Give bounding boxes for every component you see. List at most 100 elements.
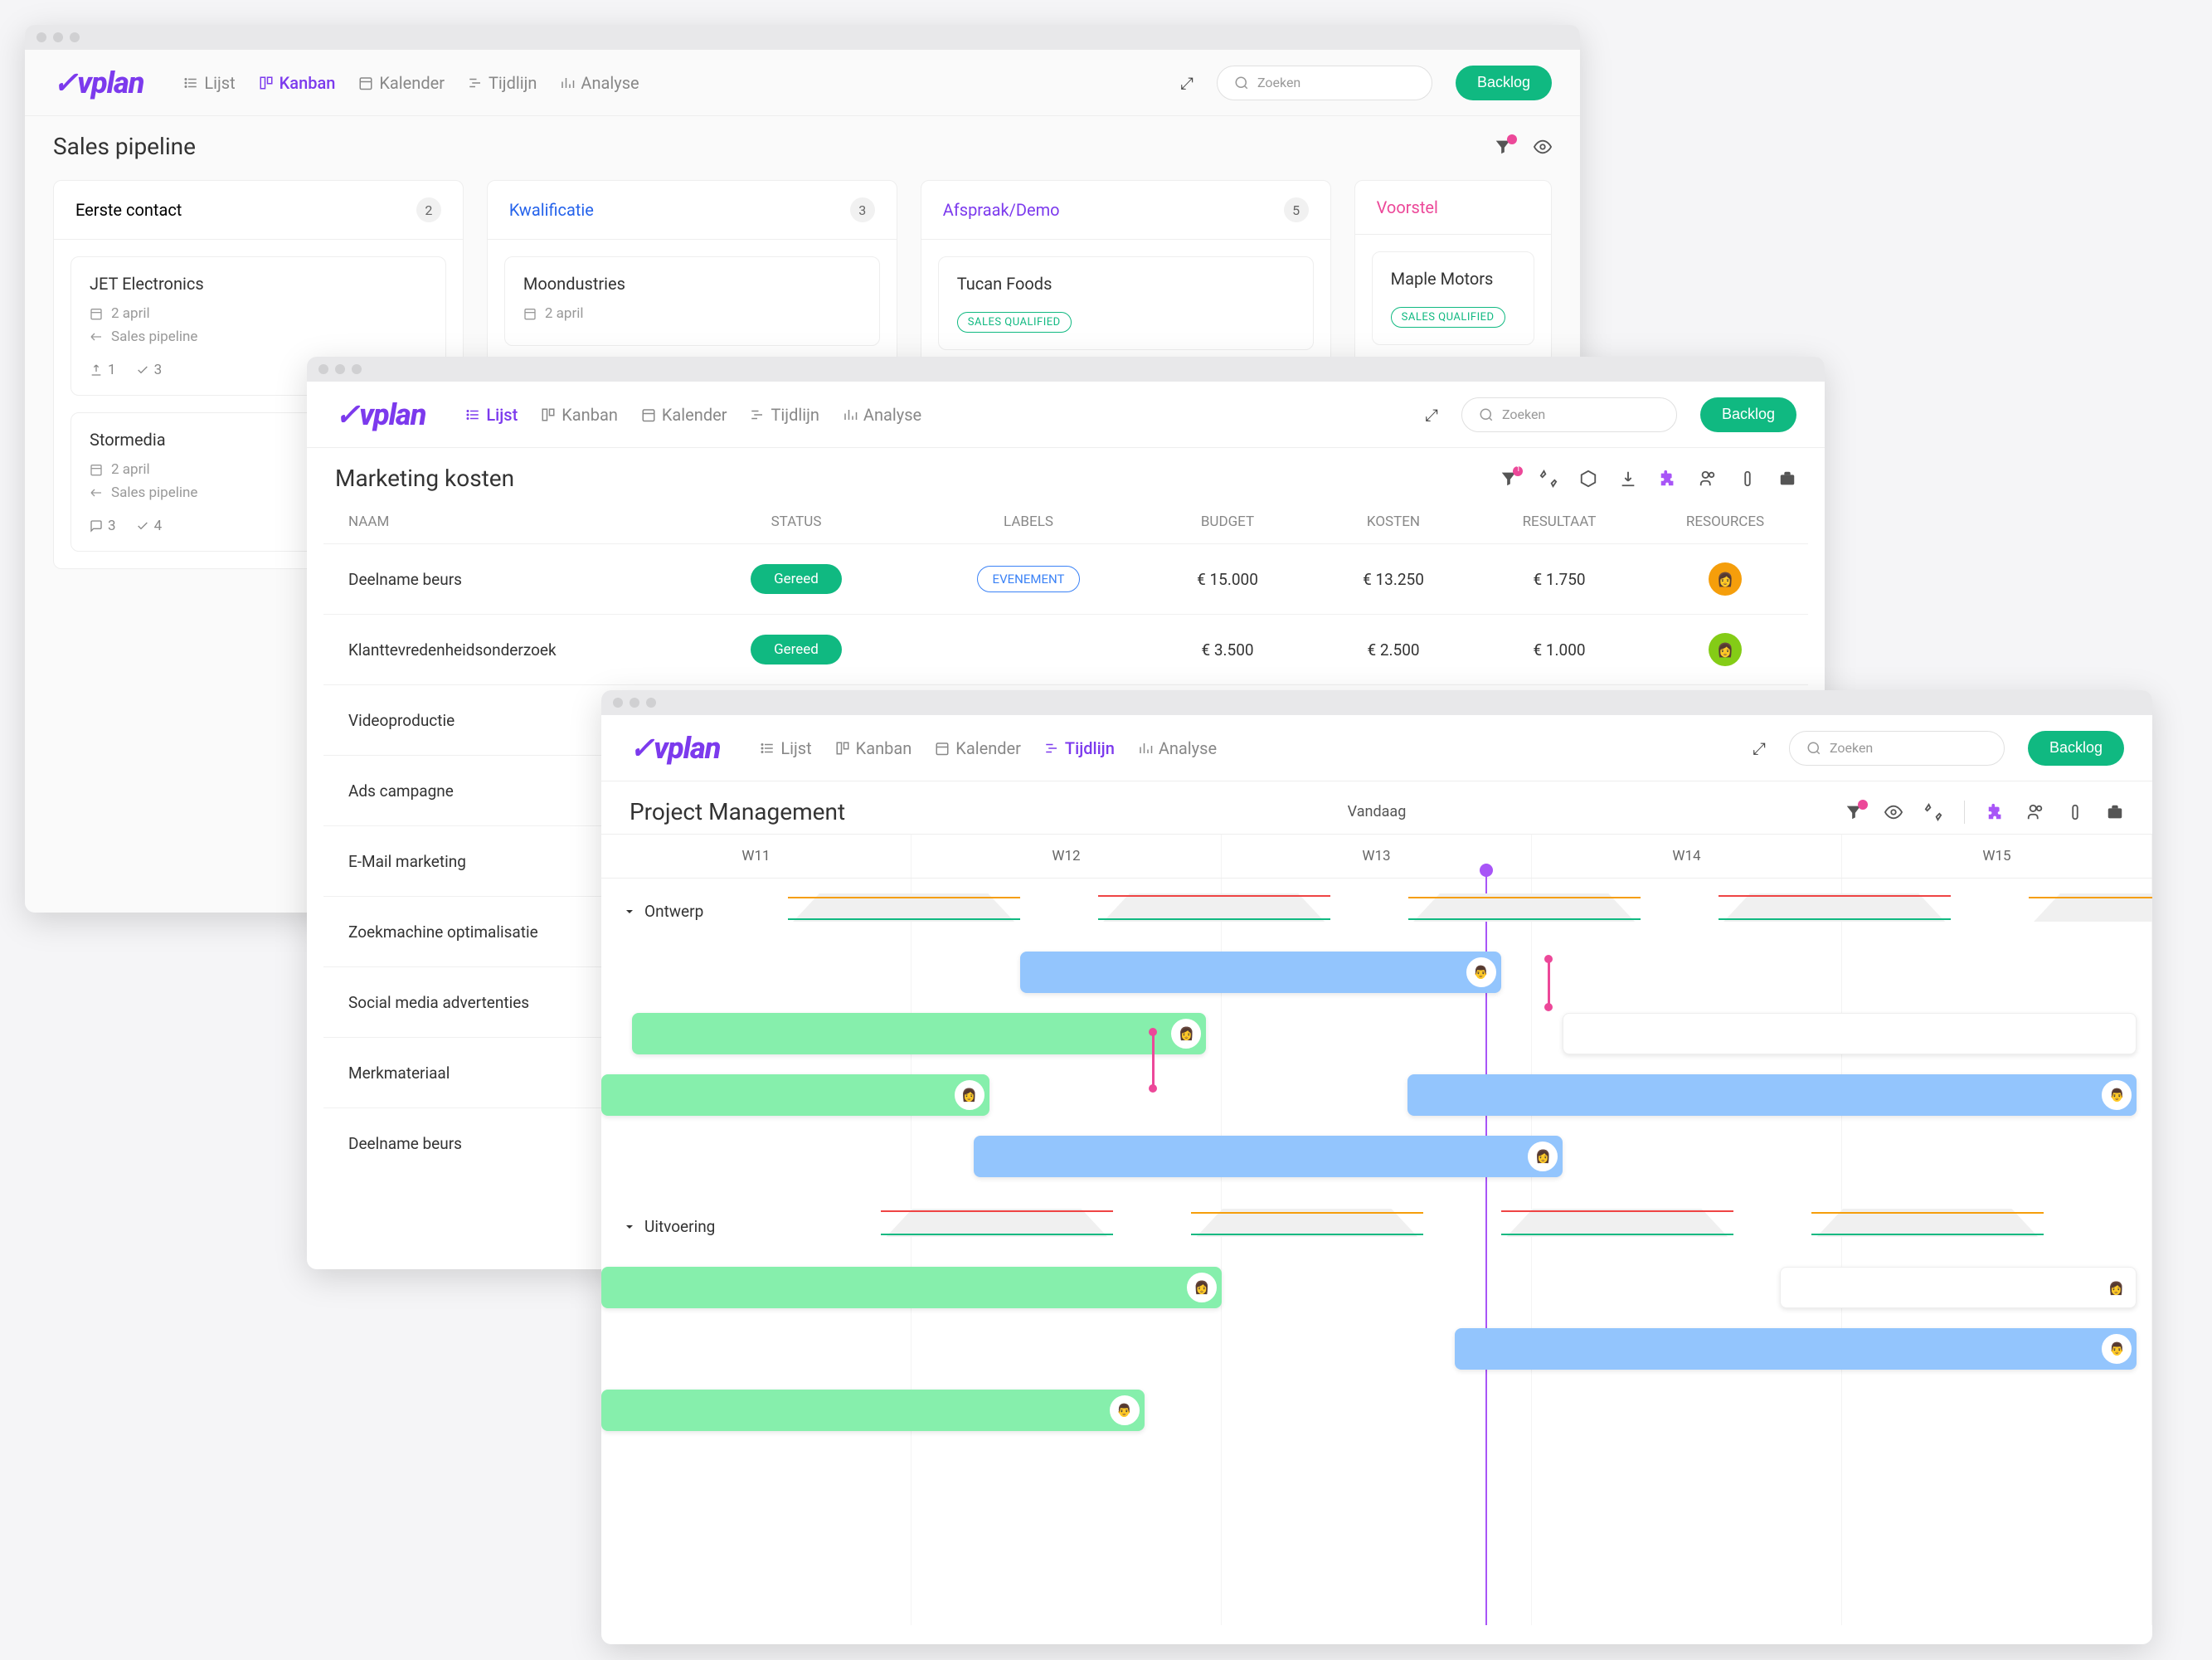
- gantt-bar[interactable]: 👩: [632, 1013, 1206, 1054]
- tab-lijst[interactable]: Lijst: [183, 73, 235, 93]
- tab-tijdlijn[interactable]: Tijdlijn: [468, 73, 537, 93]
- window-control[interactable]: [335, 364, 345, 374]
- cell-resultaat: € 1.000: [1476, 640, 1642, 660]
- kanban-card[interactable]: Moondustries 2 april: [504, 256, 880, 346]
- eye-icon[interactable]: [1534, 138, 1552, 156]
- table-row[interactable]: Deelname beurs Gereed EVENEMENT € 15.000…: [323, 543, 1808, 614]
- avatar: 👨: [1110, 1395, 1140, 1425]
- flow-icon: [90, 330, 103, 343]
- tab-analyse[interactable]: Analyse: [843, 405, 921, 425]
- briefcase-icon[interactable]: [1778, 470, 1796, 488]
- expand-icon[interactable]: ⤢: [1180, 73, 1194, 93]
- card-date: 2 april: [90, 305, 427, 322]
- filter-icon[interactable]: [1845, 803, 1863, 821]
- filter-icon[interactable]: 1: [1500, 470, 1518, 488]
- column-header[interactable]: Afspraak/Demo 5: [921, 181, 1330, 240]
- column-header[interactable]: Eerste contact 2: [54, 181, 463, 240]
- window-control[interactable]: [646, 698, 656, 708]
- calendar-icon: [90, 463, 103, 476]
- table-row[interactable]: Klanttevredenheidsonderzoek Gereed € 3.5…: [323, 614, 1808, 684]
- tab-lijst[interactable]: Lijst: [760, 738, 811, 758]
- card-title: Moondustries: [523, 274, 861, 294]
- view-tabs: Lijst Kanban Kalender Tijdlijn Analyse: [465, 405, 921, 425]
- gantt-bar[interactable]: 👩: [1780, 1267, 2137, 1308]
- search-placeholder: Zoeken: [1502, 406, 1545, 422]
- tab-kanban[interactable]: Kanban: [541, 405, 618, 425]
- gantt-bar[interactable]: 👩: [974, 1136, 1563, 1177]
- col-header[interactable]: RESULTAAT: [1476, 514, 1642, 530]
- tab-analyse[interactable]: Analyse: [560, 73, 639, 93]
- week-label: W15: [1842, 835, 2152, 878]
- card-title: Tucan Foods: [957, 274, 1295, 294]
- timeline-body[interactable]: Ontwerp 👨 👩 👩 👨 👩 Ui: [601, 879, 2152, 1625]
- view-tabs: Lijst Kanban Kalender Tijdlijn Analyse: [183, 73, 639, 93]
- window-control[interactable]: [36, 32, 46, 42]
- backlog-button[interactable]: Backlog: [2028, 731, 2124, 766]
- tab-tijdlijn[interactable]: Tijdlijn: [1044, 738, 1115, 758]
- tab-tijdlijn[interactable]: Tijdlijn: [750, 405, 819, 425]
- card-pipeline: Sales pipeline: [90, 329, 427, 345]
- window-control[interactable]: [613, 698, 623, 708]
- page-title: Marketing kosten: [335, 465, 514, 492]
- calendar-icon: [523, 307, 537, 320]
- tab-analyse[interactable]: Analyse: [1138, 738, 1217, 758]
- search-input[interactable]: Zoeken: [1217, 66, 1432, 100]
- column-header[interactable]: Kwalificatie 3: [488, 181, 897, 240]
- backlog-button[interactable]: Backlog: [1700, 397, 1796, 432]
- expand-icon[interactable]: ⤢: [1425, 405, 1438, 425]
- attach-icon[interactable]: [2066, 803, 2084, 821]
- window-control[interactable]: [352, 364, 362, 374]
- eye-icon[interactable]: [1884, 803, 1903, 821]
- cell-naam: Klanttevredenheidsonderzoek: [348, 640, 680, 660]
- avatar: 👩: [1709, 633, 1742, 666]
- window-control[interactable]: [630, 698, 639, 708]
- window-control[interactable]: [53, 32, 63, 42]
- gantt-bar[interactable]: [1563, 1013, 2137, 1054]
- cell-kosten: € 2.500: [1310, 640, 1476, 660]
- gantt-bar[interactable]: 👩: [601, 1074, 989, 1116]
- kanban-card[interactable]: Maple Motors SALES QUALIFIED: [1372, 251, 1534, 345]
- gantt-bar[interactable]: 👩: [601, 1267, 1222, 1308]
- week-label: W12: [912, 835, 1222, 878]
- gantt-bar[interactable]: 👨: [1455, 1328, 2137, 1370]
- users-icon[interactable]: [1699, 470, 1717, 488]
- filter-icon[interactable]: [1494, 138, 1512, 156]
- col-header[interactable]: LABELS: [912, 514, 1145, 530]
- tools-icon[interactable]: [1924, 803, 1942, 821]
- download-icon[interactable]: [1619, 470, 1637, 488]
- window-control[interactable]: [318, 364, 328, 374]
- search-input[interactable]: Zoeken: [1461, 397, 1677, 432]
- expand-icon[interactable]: ⤢: [1753, 738, 1766, 758]
- col-header[interactable]: KOSTEN: [1310, 514, 1476, 530]
- gantt-bar[interactable]: 👨: [1407, 1074, 2137, 1116]
- users-icon[interactable]: [2026, 803, 2044, 821]
- tab-kalender[interactable]: Kalender: [641, 405, 727, 425]
- col-header[interactable]: BUDGET: [1145, 514, 1310, 530]
- tab-kanban[interactable]: Kanban: [259, 73, 336, 93]
- attach-icon[interactable]: [1738, 470, 1757, 488]
- tools-icon[interactable]: [1539, 470, 1558, 488]
- gantt-bar[interactable]: 👨: [601, 1390, 1145, 1431]
- cell-status: Gereed: [680, 564, 912, 594]
- column-title: Afspraak/Demo: [943, 200, 1060, 220]
- col-header[interactable]: NAAM: [348, 514, 680, 530]
- kanban-card[interactable]: Tucan Foods SALES QUALIFIED: [938, 256, 1314, 350]
- calendar-icon: [90, 307, 103, 320]
- tab-kalender[interactable]: Kalender: [358, 73, 445, 93]
- column-header[interactable]: Voorstel: [1355, 181, 1551, 235]
- window-control[interactable]: [70, 32, 80, 42]
- cell-budget: € 15.000: [1145, 570, 1310, 589]
- search-input[interactable]: Zoeken: [1789, 731, 2005, 766]
- tab-kanban[interactable]: Kanban: [835, 738, 912, 758]
- puzzle-icon[interactable]: [1659, 470, 1677, 488]
- col-header[interactable]: STATUS: [680, 514, 912, 530]
- gantt-bar[interactable]: 👨: [1020, 952, 1501, 993]
- briefcase-icon[interactable]: [2106, 803, 2124, 821]
- today-label[interactable]: Vandaag: [1348, 803, 1407, 820]
- puzzle-icon[interactable]: [1986, 803, 2005, 821]
- backlog-button[interactable]: Backlog: [1456, 66, 1552, 100]
- tab-lijst[interactable]: Lijst: [465, 405, 518, 425]
- box-icon[interactable]: [1579, 470, 1597, 488]
- col-header[interactable]: RESOURCES: [1642, 514, 1808, 530]
- tab-kalender[interactable]: Kalender: [935, 738, 1021, 758]
